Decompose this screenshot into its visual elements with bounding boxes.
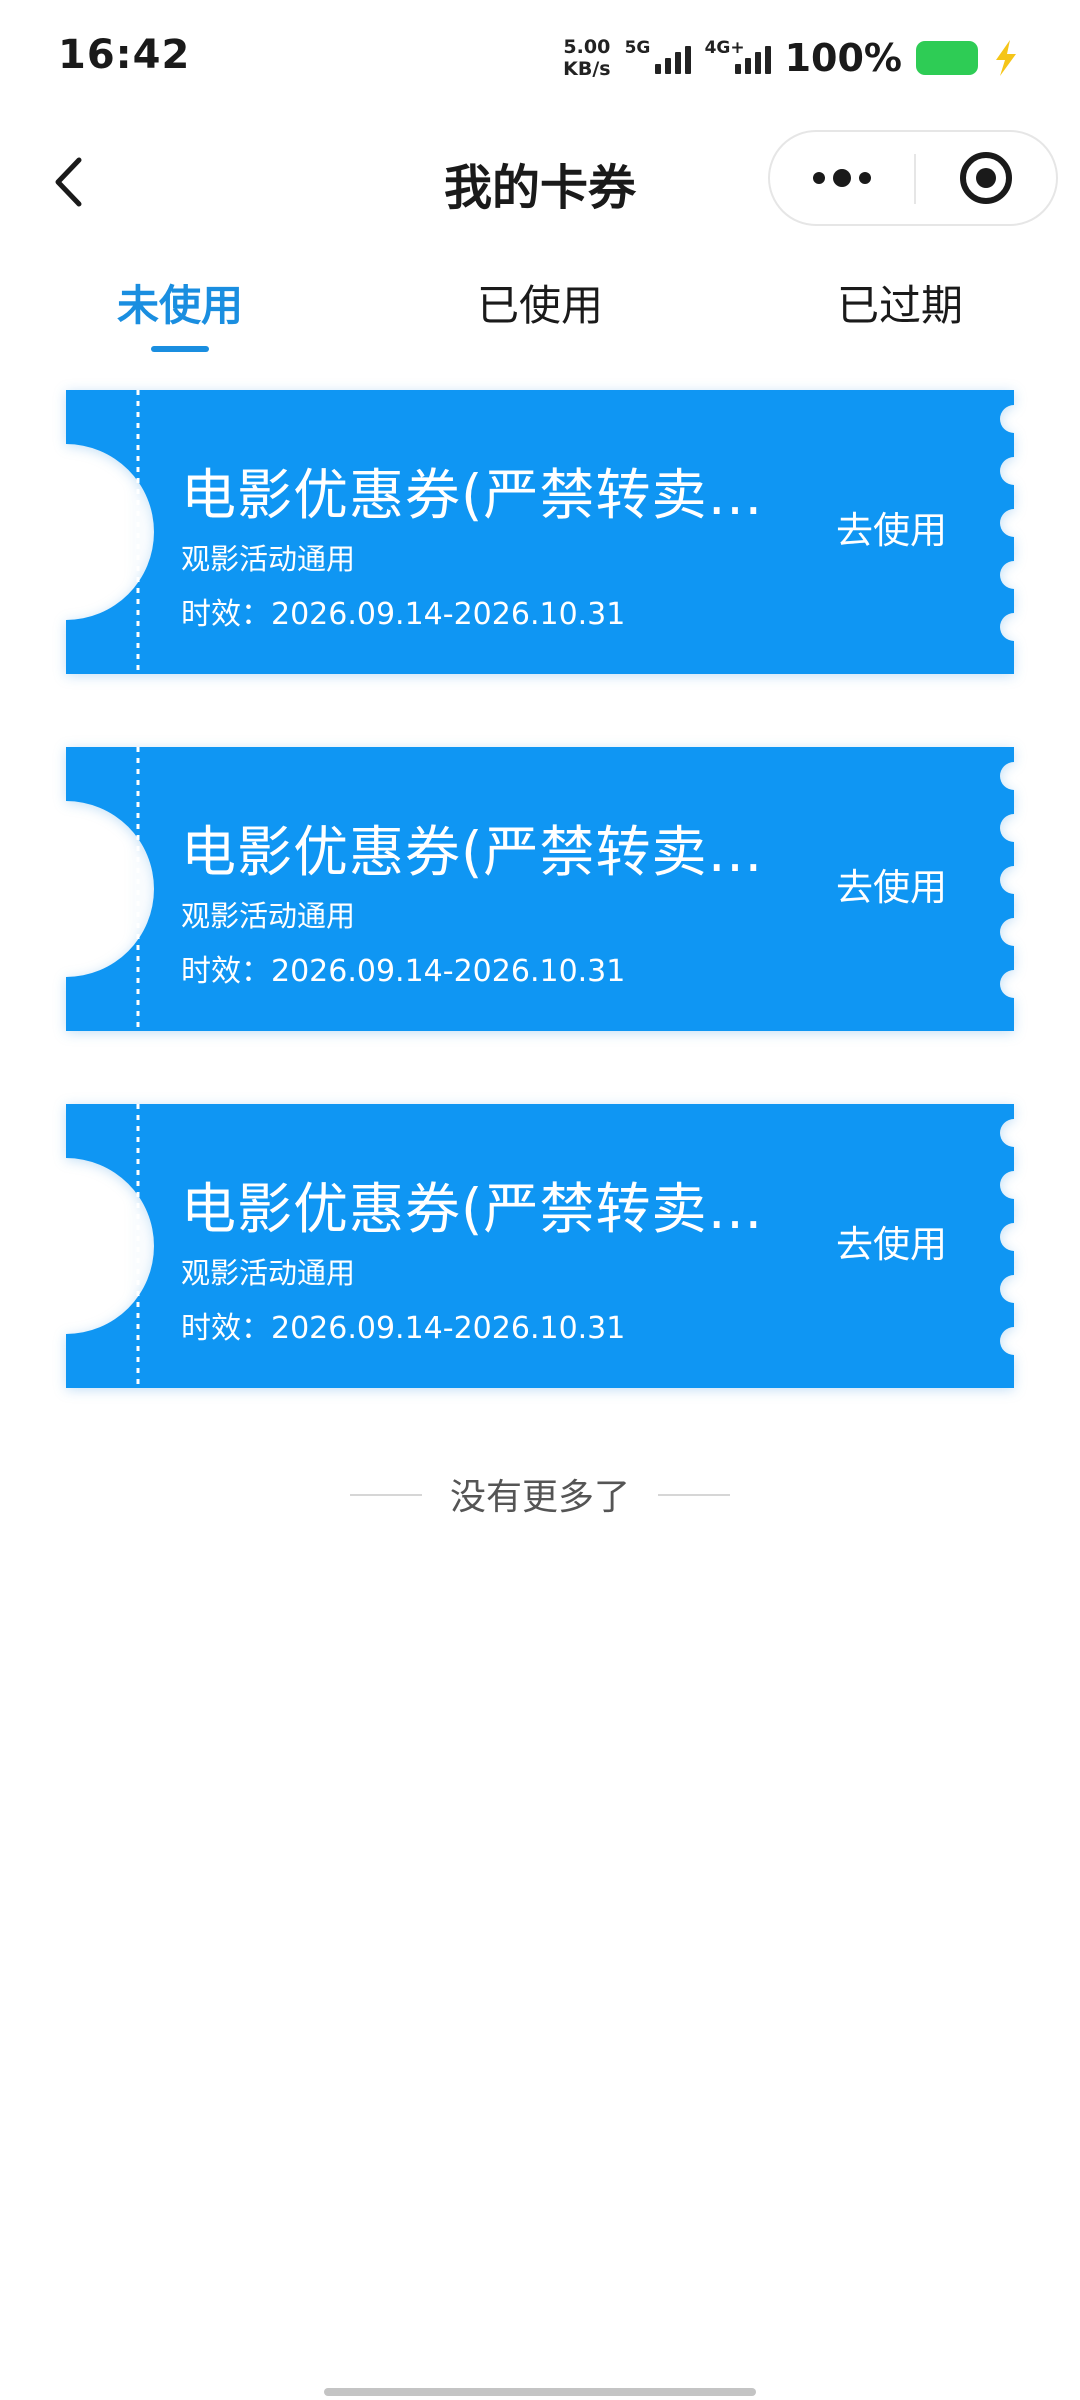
coupon-validity: 时效：2026.09.14-2026.10.31 bbox=[181, 1311, 626, 1346]
tab-unused[interactable]: 未使用 bbox=[50, 272, 310, 333]
more-button[interactable] bbox=[770, 132, 914, 224]
battery-icon bbox=[916, 41, 978, 75]
use-coupon-button[interactable]: 去使用 bbox=[836, 500, 947, 554]
coupon-title: 电影优惠券(严禁转卖… bbox=[181, 1177, 764, 1241]
coupon-validity: 时效：2026.09.14-2026.10.31 bbox=[181, 597, 626, 632]
charging-icon bbox=[996, 40, 1016, 76]
coupon-status-tabs: 未使用 已使用 已过期 bbox=[0, 262, 1080, 362]
signal-4g-icon: 4G+ bbox=[705, 34, 771, 82]
capsule-menu bbox=[768, 130, 1058, 226]
coupon-card[interactable]: 电影优惠券(严禁转卖… 观影活动通用 时效：2026.09.14-2026.10… bbox=[66, 390, 1014, 674]
network-speed-unit: KB/s bbox=[563, 58, 611, 80]
home-indicator[interactable] bbox=[324, 2388, 756, 2396]
battery-percent: 100% bbox=[784, 36, 902, 80]
coupon-title: 电影优惠券(严禁转卖… bbox=[181, 820, 764, 884]
signal-5g-icon: 5G bbox=[625, 34, 691, 82]
network-speed-value: 5.00 bbox=[563, 36, 611, 58]
coupon-title: 电影优惠券(严禁转卖… bbox=[181, 463, 764, 527]
tab-expired[interactable]: 已过期 bbox=[770, 272, 1030, 333]
nav-bar: 我的卡券 bbox=[0, 122, 1080, 242]
coupon-card[interactable]: 电影优惠券(严禁转卖… 观影活动通用 时效：2026.09.14-2026.10… bbox=[66, 747, 1014, 1031]
network-speed: 5.00 KB/s bbox=[563, 36, 610, 80]
end-of-list-text: 没有更多了 bbox=[449, 1477, 630, 1518]
coupon-subtitle: 观影活动通用 bbox=[181, 542, 356, 576]
coupon-subtitle: 观影活动通用 bbox=[181, 899, 356, 933]
status-time: 16:42 bbox=[58, 32, 191, 78]
divider-line-right bbox=[658, 1494, 730, 1496]
target-circle-icon bbox=[960, 152, 1012, 204]
tab-used[interactable]: 已使用 bbox=[410, 272, 670, 333]
active-tab-indicator bbox=[151, 346, 209, 352]
close-miniprogram-button[interactable] bbox=[916, 132, 1056, 224]
status-bar: 16:42 5.00 KB/s 5G 4G+ 100% bbox=[0, 0, 1080, 115]
coupon-subtitle: 观影活动通用 bbox=[181, 1256, 356, 1290]
use-coupon-button[interactable]: 去使用 bbox=[836, 857, 947, 911]
end-of-list: 没有更多了 bbox=[0, 1468, 1080, 1518]
status-indicators: 5.00 KB/s 5G 4G+ 100% bbox=[563, 30, 1020, 86]
use-coupon-button[interactable]: 去使用 bbox=[836, 1214, 947, 1268]
coupon-validity: 时效：2026.09.14-2026.10.31 bbox=[181, 954, 626, 989]
coupon-card[interactable]: 电影优惠券(严禁转卖… 观影活动通用 时效：2026.09.14-2026.10… bbox=[66, 1104, 1014, 1388]
signal-5g-label: 5G bbox=[624, 38, 651, 58]
